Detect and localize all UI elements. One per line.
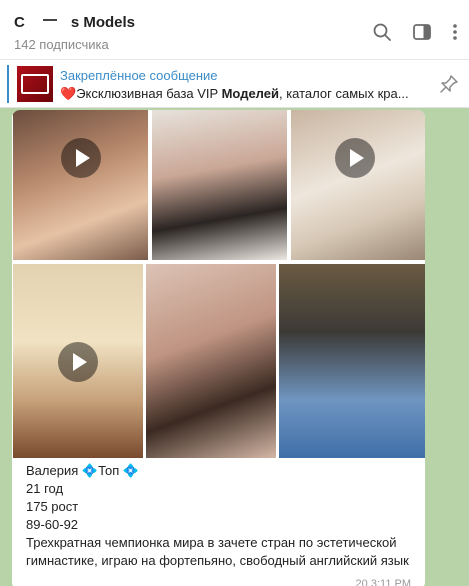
play-icon[interactable] <box>335 138 375 178</box>
pinned-text: ❤️Эксклюзивная база VIP Моделей, каталог… <box>60 86 425 102</box>
heart-emoji: ❤️ <box>60 86 77 101</box>
media-photo-5[interactable] <box>146 264 276 458</box>
pinned-message-bar[interactable]: Закреплённое сообщение ❤️Эксклюзивная ба… <box>0 60 469 108</box>
message-meta: 20 3:11 PM <box>355 578 411 586</box>
diamond-icon: 💠 <box>122 463 140 478</box>
model-bio: Трехкратная чемпионка мира в зачете стра… <box>26 535 409 568</box>
pinned-text-start: Эксклюзивная база VIP <box>76 86 222 101</box>
message-caption: Валерия 💠Топ 💠 21 год 175 рост 89-60-92 … <box>26 462 416 570</box>
pinned-text-bold: Моделей <box>221 86 279 101</box>
media-photo-2[interactable] <box>152 110 287 260</box>
play-icon[interactable] <box>58 342 98 382</box>
media-video-4[interactable] <box>13 264 143 458</box>
subscriber-count: 142 подписчика <box>14 37 109 52</box>
model-measurements: 89-60-92 <box>26 517 79 532</box>
channel-title-suffix: s Models <box>70 14 136 31</box>
channel-title: Cs Models <box>14 14 135 31</box>
pinned-thumbnail <box>17 66 53 102</box>
pinned-label: Закреплённое сообщение <box>60 68 218 83</box>
sidebar-toggle-icon[interactable] <box>412 22 432 42</box>
caption-title-line: Валерия 💠Топ 💠 <box>26 462 416 480</box>
diamond-icon: 💠 <box>81 463 99 478</box>
channel-header[interactable]: Cs Models 142 подписчика <box>0 0 469 60</box>
pin-icon[interactable] <box>439 74 459 94</box>
channel-title-prefix: C <box>14 14 25 31</box>
play-icon[interactable] <box>61 138 101 178</box>
pinned-text-end: , каталог самых кра... <box>278 86 409 101</box>
model-tag: Топ <box>98 463 120 478</box>
media-photo-6[interactable] <box>279 264 425 458</box>
search-icon[interactable] <box>372 22 392 42</box>
message-bubble[interactable]: Валерия 💠Топ 💠 21 год 175 рост 89-60-92 … <box>12 110 425 586</box>
model-height: 175 рост <box>26 499 79 514</box>
more-vertical-icon[interactable] <box>445 22 465 42</box>
media-video-3[interactable] <box>291 110 425 260</box>
pinned-accent-bar <box>7 65 9 103</box>
redacted-text <box>24 17 71 30</box>
model-name: Валерия <box>26 463 79 478</box>
model-age: 21 год <box>26 481 64 496</box>
media-video-1[interactable] <box>13 110 148 260</box>
